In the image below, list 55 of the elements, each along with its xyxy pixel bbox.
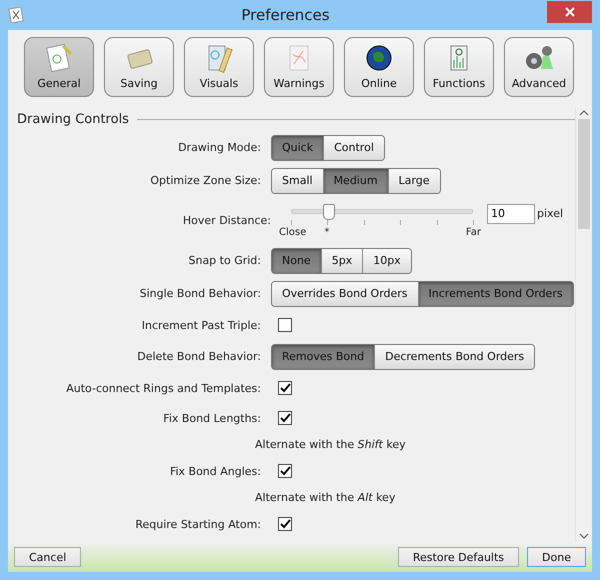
setting-label: Fix Bond Lengths: xyxy=(163,412,261,424)
setting-label: Increment Past Triple: xyxy=(142,318,261,332)
checkbox[interactable] xyxy=(278,411,292,425)
tick-label: Close xyxy=(279,226,306,238)
close-icon xyxy=(564,7,574,17)
segment-option[interactable]: Overrides Bond Orders xyxy=(272,282,418,306)
tick-label: Far xyxy=(466,226,481,238)
segment-option[interactable]: 5px xyxy=(320,248,362,272)
app-icon xyxy=(8,7,24,23)
done-button[interactable]: Done xyxy=(527,547,586,567)
setting-label: Snap to Grid: xyxy=(188,254,261,267)
document-icon xyxy=(43,42,75,74)
segment-option[interactable]: Quick xyxy=(272,136,324,160)
setting-label: Require Starting Atom: xyxy=(135,518,261,530)
setting-label: Optimize Zone Size: xyxy=(150,174,261,187)
window-title: Preferences xyxy=(240,6,331,24)
scroll-up-icon[interactable] xyxy=(579,110,589,116)
distance-field[interactable]: 10 xyxy=(487,204,535,224)
toolbar-tab[interactable]: Warnings xyxy=(264,37,334,97)
toolbar-tab[interactable]: Advanced xyxy=(504,37,574,97)
toolbar-tab[interactable]: Functions xyxy=(424,37,494,97)
tick-label: * xyxy=(324,226,330,238)
checkbox[interactable] xyxy=(278,464,292,478)
toolbar-tab[interactable]: Saving xyxy=(104,37,174,97)
toolbar-tab[interactable]: General xyxy=(24,37,94,97)
hint-text: Alternate with the Shift key xyxy=(255,438,406,451)
hint-text: Alternate with the Alt key xyxy=(255,491,396,504)
cancel-button[interactable]: Cancel xyxy=(14,547,82,567)
segment-option[interactable]: Removes Bond xyxy=(272,344,374,368)
segment-option[interactable]: 10px xyxy=(362,248,411,272)
segment-option[interactable]: Large xyxy=(388,168,440,192)
section-title: Drawing Controls xyxy=(17,112,129,126)
restore-defaults-button[interactable]: Restore Defaults xyxy=(398,547,520,567)
checkbox[interactable] xyxy=(278,318,292,332)
segment-option[interactable]: Increments Bond Orders xyxy=(418,282,573,306)
checkbox[interactable] xyxy=(278,517,292,531)
segment-option[interactable]: Small xyxy=(272,168,323,192)
setting-label: Fix Bond Angles: xyxy=(170,464,261,478)
checkbox[interactable] xyxy=(278,381,292,395)
setting-label: Auto-connect Rings and Templates: xyxy=(66,382,261,394)
unit-label: pixel xyxy=(536,207,564,220)
segment-option[interactable]: None xyxy=(272,248,321,272)
slider-thumb[interactable] xyxy=(323,204,335,220)
toolbar-tab[interactable]: Online xyxy=(344,37,414,97)
close-button[interactable] xyxy=(547,1,592,23)
segment-option[interactable]: Medium xyxy=(322,168,388,192)
setting-label: Drawing Mode: xyxy=(178,141,261,154)
setting-label: Hover Distance: xyxy=(182,214,271,227)
toolbar-tab[interactable]: Visuals xyxy=(184,37,254,97)
segment-option[interactable]: Control xyxy=(323,136,384,160)
scroll-down-icon[interactable] xyxy=(579,533,589,539)
segment-option[interactable]: Decrements Bond Orders xyxy=(374,344,534,368)
setting-label: Delete Bond Behavior: xyxy=(137,350,261,363)
scroll-thumb[interactable] xyxy=(578,119,590,229)
setting-label: Single Bond Behavior: xyxy=(140,287,261,300)
